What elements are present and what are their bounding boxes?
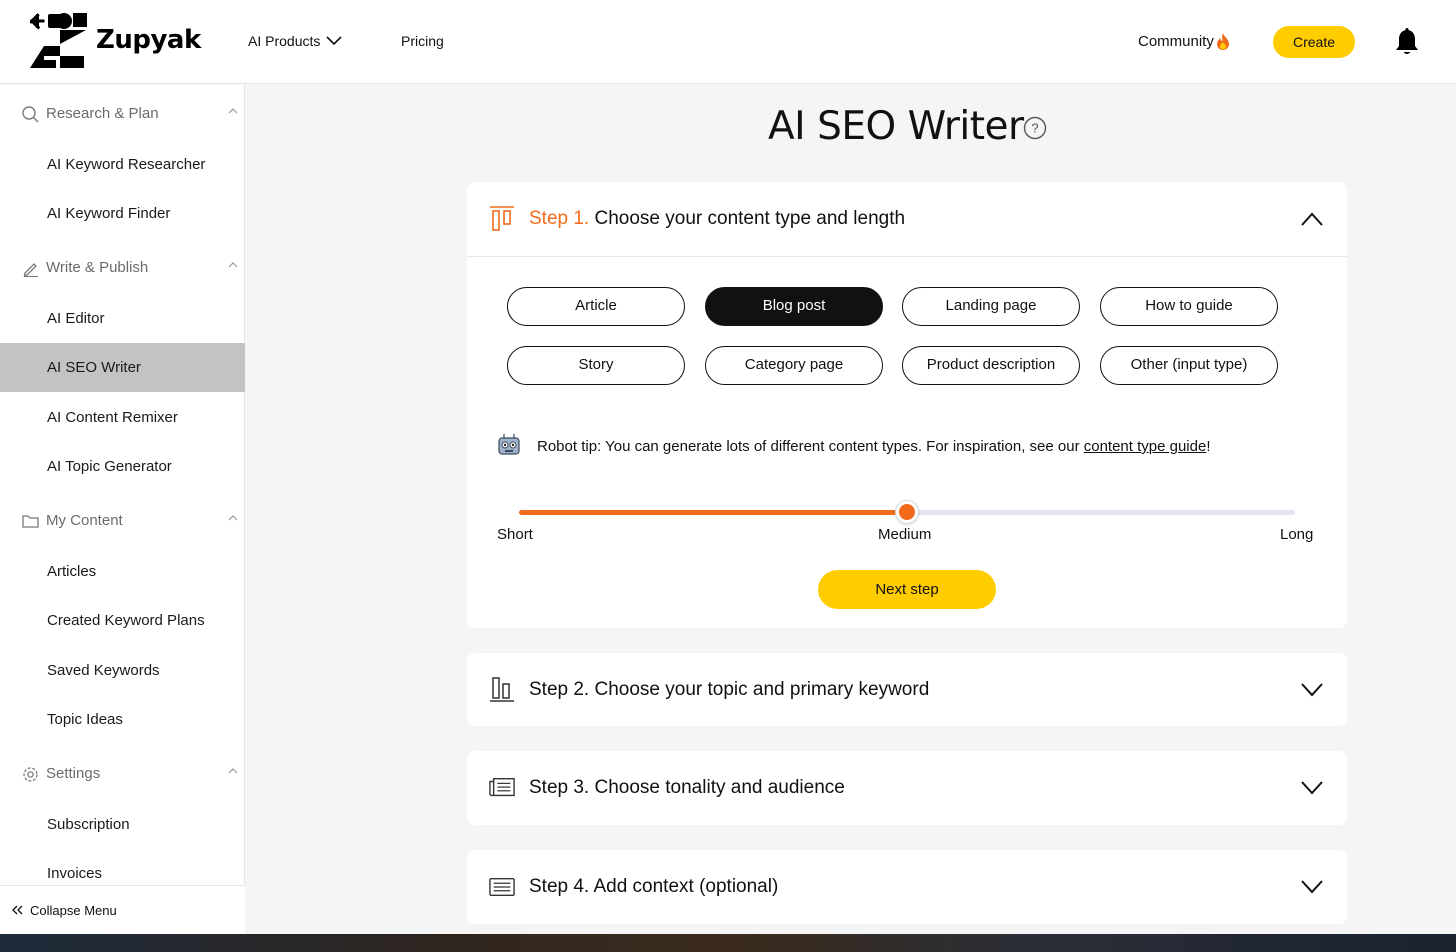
chevron-up-icon — [228, 515, 238, 521]
step-2-title: Step 2. Choose your topic and primary ke… — [529, 679, 929, 701]
length-label-short: Short — [497, 526, 533, 543]
robot-icon — [498, 434, 520, 455]
content-type-other[interactable]: Other (input type) — [1100, 346, 1278, 385]
content-type-guide-link[interactable]: content type guide — [1084, 438, 1207, 455]
top-header: Zupyak AI Products Pricing Community Cre… — [0, 0, 1456, 84]
sidebar-section-label: Write & Publish — [46, 259, 149, 276]
step-1-title: Step 1. Choose your content type and len… — [529, 208, 905, 230]
step-4-title: Step 4. Add context (optional) — [529, 876, 778, 898]
sidebar-section-label: My Content — [46, 512, 123, 529]
step-title-text: Choose your topic and primary keyword — [594, 679, 930, 700]
double-chevron-left-icon — [12, 905, 23, 915]
step-3-header[interactable]: Step 3. Choose tonality and audience — [467, 751, 1347, 825]
sidebar-item-created-keyword-plans[interactable]: Created Keyword Plans — [0, 596, 245, 645]
content-type-blog-post[interactable]: Blog post — [705, 287, 883, 326]
page-title: AI SEO Writer — [768, 104, 1024, 149]
nav-ai-products[interactable]: AI Products — [248, 33, 342, 49]
svg-text:?: ? — [1031, 121, 1038, 136]
robot-tip: Robot tip: You can generate lots of diff… — [497, 432, 1317, 462]
step-title-text: Add context (optional) — [593, 876, 779, 897]
chevron-up-icon — [228, 108, 238, 114]
step-4-card: Step 4. Add context (optional) — [467, 850, 1347, 924]
sidebar-item-subscription[interactable]: Subscription — [0, 800, 245, 849]
nav-ai-products-label: AI Products — [248, 33, 321, 49]
step-title-text: Choose your content type and length — [594, 208, 906, 229]
step-number: Step 3. — [529, 777, 590, 798]
sidebar-item-ai-topic-generator[interactable]: AI Topic Generator — [0, 442, 245, 491]
step-number: Step 1. — [529, 208, 590, 229]
sidebar-item-articles[interactable]: Articles — [0, 547, 245, 596]
sidebar-section-label: Research & Plan — [46, 105, 159, 122]
step-2-header[interactable]: Step 2. Choose your topic and primary ke… — [467, 653, 1347, 727]
nav-pricing[interactable]: Pricing — [401, 33, 444, 49]
chevron-down-icon — [1301, 683, 1323, 697]
sidebar-item-topic-ideas[interactable]: Topic Ideas — [0, 695, 245, 744]
zupyak-logo-icon — [30, 13, 87, 68]
newspaper-icon — [489, 778, 515, 797]
length-slider-thumb[interactable] — [896, 501, 918, 523]
sidebar-section-research[interactable]: Research & Plan — [0, 94, 245, 134]
step-number: Step 2. — [529, 679, 590, 700]
chevron-down-icon — [1301, 781, 1323, 795]
length-slider-fill — [519, 510, 907, 515]
collapse-menu-label: Collapse Menu — [30, 902, 117, 918]
sidebar-item-ai-keyword-researcher[interactable]: AI Keyword Researcher — [0, 140, 245, 189]
next-step-button[interactable]: Next step — [818, 570, 996, 609]
sidebar-item-ai-seo-writer[interactable]: AI SEO Writer — [0, 343, 245, 392]
sidebar-section-write[interactable]: Write & Publish — [0, 248, 245, 288]
pencil-icon — [23, 263, 38, 277]
content-type-product-description[interactable]: Product description — [902, 346, 1080, 385]
sidebar-item-ai-content-remixer[interactable]: AI Content Remixer — [0, 393, 245, 442]
collapse-menu-button[interactable]: Collapse Menu — [0, 885, 245, 934]
keyboard-icon — [489, 877, 515, 897]
step-2-card: Step 2. Choose your topic and primary ke… — [467, 653, 1347, 726]
content-type-category-page[interactable]: Category page — [705, 346, 883, 385]
background-strip — [0, 934, 1456, 952]
sidebar-section-my-content[interactable]: My Content — [0, 501, 245, 541]
sidebar-item-saved-keywords[interactable]: Saved Keywords — [0, 646, 245, 695]
step-4-header[interactable]: Step 4. Add context (optional) — [467, 850, 1347, 924]
nav-community[interactable]: Community — [1138, 33, 1230, 50]
tip-suffix: ! — [1206, 438, 1211, 455]
content-type-how-to-guide[interactable]: How to guide — [1100, 287, 1278, 326]
folder-icon — [22, 515, 39, 528]
columns-icon — [490, 206, 514, 231]
sidebar-item-ai-editor[interactable]: AI Editor — [0, 294, 245, 343]
sidebar: Research & Plan AI Keyword Researcher AI… — [0, 85, 245, 934]
step-1-card: Step 1. Choose your content type and len… — [467, 182, 1347, 628]
sidebar-section-settings[interactable]: Settings — [0, 754, 245, 794]
tip-text: Robot tip: You can generate lots of diff… — [537, 438, 1211, 455]
card-divider — [467, 256, 1347, 257]
sidebar-item-ai-keyword-finder[interactable]: AI Keyword Finder — [0, 189, 245, 238]
chevron-down-icon — [326, 36, 342, 46]
length-label-medium: Medium — [878, 526, 932, 543]
step-number: Step 4. — [529, 876, 590, 897]
chevron-down-icon — [1301, 880, 1323, 894]
step-title-text: Choose tonality and audience — [594, 777, 845, 798]
content-type-landing-page[interactable]: Landing page — [902, 287, 1080, 326]
content-type-article[interactable]: Article — [507, 287, 685, 326]
search-icon — [22, 106, 39, 123]
content-type-story[interactable]: Story — [507, 346, 685, 385]
gear-icon — [23, 767, 38, 782]
flame-icon — [1216, 33, 1229, 50]
sidebar-section-label: Settings — [46, 765, 101, 782]
nav-community-label: Community — [1138, 33, 1214, 50]
create-button[interactable]: Create — [1273, 26, 1355, 58]
bell-icon[interactable] — [1394, 28, 1420, 56]
length-label-long: Long — [1280, 526, 1314, 543]
logo[interactable]: Zupyak — [30, 12, 201, 68]
step-1-header[interactable]: Step 1. Choose your content type and len… — [467, 182, 1347, 256]
step-3-card: Step 3. Choose tonality and audience — [467, 751, 1347, 825]
chevron-up-icon — [228, 768, 238, 774]
bar-chart-icon — [490, 677, 514, 702]
help-icon[interactable]: ? — [1023, 116, 1047, 140]
chevron-up-icon — [228, 262, 238, 268]
tip-prefix: Robot tip: You can generate lots of diff… — [537, 438, 1084, 455]
step-3-title: Step 3. Choose tonality and audience — [529, 777, 845, 799]
chevron-up-icon — [1301, 212, 1323, 226]
logo-text: Zupyak — [96, 25, 201, 55]
